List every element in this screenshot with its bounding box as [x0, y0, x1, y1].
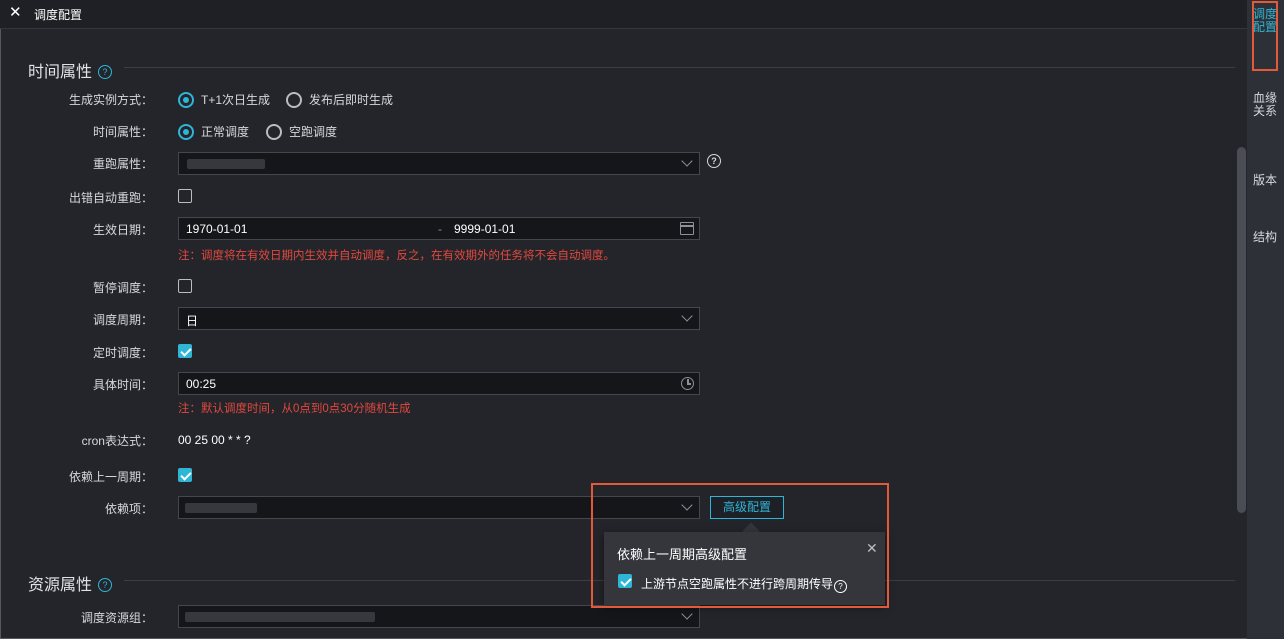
rail-highlight-box — [1252, 1, 1278, 71]
time-picker[interactable]: 00:25 — [178, 372, 700, 395]
redacted-value — [185, 503, 257, 513]
rerun-select[interactable] — [178, 152, 700, 175]
help-icon[interactable]: ? — [98, 65, 113, 79]
chevron-down-icon — [681, 155, 693, 167]
popover-highlight-box — [591, 483, 889, 608]
label-time-attr: 时间属性： — [92, 125, 153, 139]
section-title-time: 时间属性? — [28, 58, 113, 82]
radio-dry-run[interactable] — [266, 124, 282, 140]
option-dry-run: 空跑调度 — [289, 125, 338, 139]
option-t1-next-day: T+1次日生成 — [201, 93, 271, 107]
label-rerun: 重跑属性： — [92, 157, 153, 171]
auto-rerun-checkbox[interactable] — [178, 189, 192, 203]
label-timed: 定时调度： — [92, 346, 153, 360]
radio-normal-schedule[interactable] — [178, 124, 194, 140]
redacted-value — [187, 159, 265, 169]
rail-tab-version[interactable]: 版本 — [1253, 174, 1277, 187]
label-auto-rerun: 出错自动重跑： — [68, 191, 153, 205]
timed-checkbox[interactable] — [178, 344, 192, 358]
label-cron: cron表达式： — [81, 434, 153, 448]
clock-icon — [681, 377, 694, 390]
rail-tab-structure[interactable]: 结构 — [1253, 231, 1277, 244]
label-resource-group: 调度资源组： — [80, 611, 153, 625]
calendar-icon — [680, 222, 694, 235]
label-pause: 暂停调度： — [92, 281, 153, 295]
label-depend-last: 依赖上一周期： — [68, 470, 153, 484]
help-icon[interactable]: ? — [707, 154, 721, 168]
label-specific-time: 具体时间： — [92, 378, 153, 392]
panel-header: ✕ 调度配置 — [0, 0, 1247, 29]
radio-publish-immediate[interactable] — [286, 92, 302, 108]
effective-date-range[interactable]: 1970-01-01 - 9999-01-01 — [178, 217, 700, 240]
chevron-down-icon — [681, 608, 693, 620]
option-normal-schedule: 正常调度 — [201, 125, 250, 139]
pause-checkbox[interactable] — [178, 279, 192, 293]
cycle-value: 日 — [186, 314, 199, 328]
chevron-down-icon — [681, 310, 693, 322]
help-icon[interactable]: ? — [98, 578, 113, 592]
cron-expression: 00 25 00 * * ? — [178, 433, 251, 447]
date-separator: - — [438, 222, 442, 236]
option-publish-immediate: 发布后即时生成 — [309, 93, 394, 107]
panel-title: 调度配置 — [34, 8, 83, 22]
label-effective-date: 生效日期： — [92, 223, 153, 237]
right-rail: 调度配置 血缘关系 版本 结构 — [1247, 0, 1284, 639]
end-date[interactable]: 9999-01-01 — [454, 222, 515, 236]
effective-date-note: 注：调度将在有效日期内生效并自动调度，反之，在有效期外的任务将不会自动调度。 — [178, 250, 615, 262]
label-cycle: 调度周期： — [92, 313, 153, 327]
start-date[interactable]: 1970-01-01 — [186, 222, 247, 236]
rail-tab-lineage[interactable]: 血缘关系 — [1253, 92, 1277, 118]
label-depend-item: 依赖项： — [104, 502, 153, 516]
specific-time-note: 注：默认调度时间，从0点到0点30分随机生成 — [178, 403, 411, 415]
section-title-resource: 资源属性? — [28, 571, 113, 595]
radio-t1-next-day[interactable] — [178, 92, 194, 108]
depend-last-checkbox[interactable] — [178, 468, 192, 482]
resource-group-select[interactable] — [178, 605, 700, 628]
time-value: 00:25 — [186, 377, 217, 391]
close-icon[interactable]: ✕ — [9, 5, 22, 21]
cycle-select[interactable]: 日 — [178, 307, 700, 330]
label-instance-mode: 生成实例方式： — [68, 93, 153, 107]
section-divider — [124, 67, 1235, 68]
scrollbar[interactable] — [1237, 147, 1246, 513]
redacted-value — [185, 612, 375, 622]
